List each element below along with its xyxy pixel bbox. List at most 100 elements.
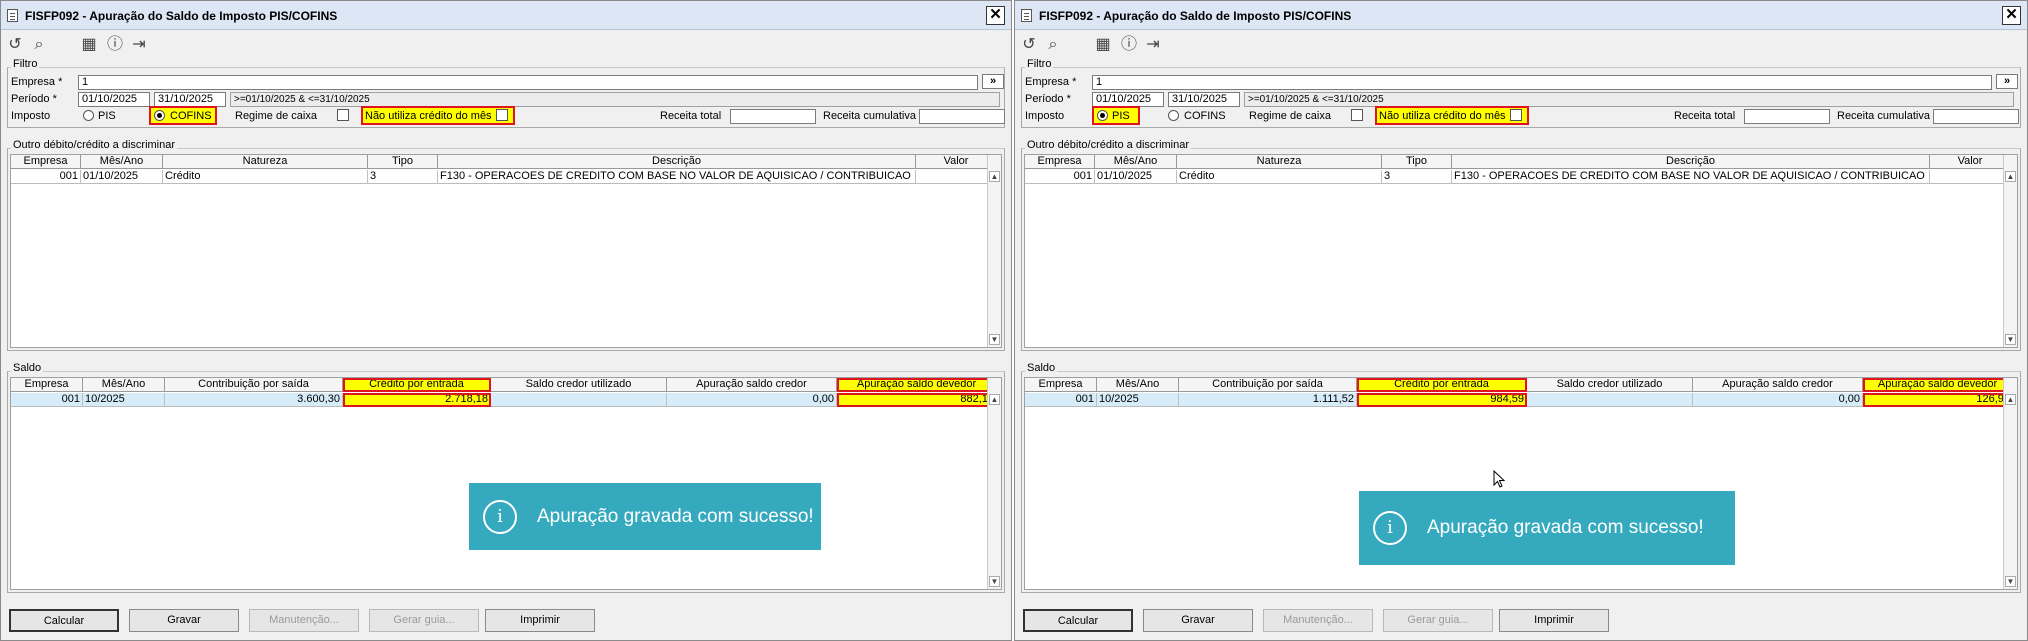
calendar-icon[interactable]: ▦ [79, 35, 99, 55]
col-empresa[interactable]: Empresa [11, 378, 83, 392]
periodo-ate-input[interactable]: 31/10/2025 [154, 92, 226, 107]
calendar-icon[interactable]: ▦ [1093, 35, 1113, 55]
scroll-down-icon[interactable]: ▼ [989, 334, 1000, 345]
help-icon[interactable]: ⓘ [1119, 35, 1139, 55]
vertical-scrollbar[interactable]: ▲ ▼ [987, 378, 1001, 589]
receita-cumulativa-input[interactable] [1933, 109, 2019, 124]
col-contribuicao-saida[interactable]: Contribuição por saída [1179, 378, 1357, 392]
calcular-button[interactable]: Calcular [1023, 609, 1133, 632]
expand-button[interactable]: » [1996, 74, 2018, 89]
col-apuracao-saldo-credor[interactable]: Apuração saldo credor [667, 378, 837, 392]
col-contribuicao-saida[interactable]: Contribuição por saída [165, 378, 343, 392]
search-icon[interactable]: ⌕ [1043, 35, 1063, 55]
vertical-scrollbar[interactable]: ▲ ▼ [2003, 155, 2017, 347]
scroll-up-icon[interactable]: ▲ [2005, 171, 2016, 182]
exit-icon[interactable]: ⇥ [129, 35, 149, 55]
table-row[interactable]: 001 01/10/2025 Crédito 3 F130 - OPERACOE… [11, 170, 997, 184]
cofins-radio[interactable] [154, 110, 165, 121]
periodo-ate-input[interactable]: 31/10/2025 [1168, 92, 1240, 107]
col-tipo[interactable]: Tipo [1382, 155, 1452, 169]
receita-cumulativa-input[interactable] [919, 109, 1005, 124]
gerar-guia-button[interactable]: Gerar guia... [1383, 609, 1493, 632]
col-empresa[interactable]: Empresa [1025, 378, 1097, 392]
periodo-de-input[interactable]: 01/10/2025 [78, 92, 150, 107]
receita-total-input[interactable] [730, 109, 816, 124]
calcular-button[interactable]: Calcular [9, 609, 119, 632]
col-apuracao-saldo-devedor[interactable]: Apuração saldo devedor [837, 378, 997, 392]
regime-checkbox[interactable] [1351, 109, 1363, 121]
manutencao-button[interactable]: Manutenção... [249, 609, 359, 632]
col-tipo[interactable]: Tipo [368, 155, 438, 169]
toast-message: Apuração gravada com sucesso! [1427, 517, 1704, 538]
cell-mes-ano: 10/2025 [1097, 393, 1179, 407]
col-mes-ano[interactable]: Mês/Ano [1097, 378, 1179, 392]
gravar-button[interactable]: Gravar [129, 609, 239, 632]
col-mes-ano[interactable]: Mês/Ano [83, 378, 165, 392]
close-button[interactable]: ✕ [2002, 6, 2021, 25]
col-descricao[interactable]: Descrição [1452, 155, 1930, 169]
scroll-down-icon[interactable]: ▼ [2005, 576, 2016, 587]
col-empresa[interactable]: Empresa [11, 155, 81, 169]
col-mes-ano[interactable]: Mês/Ano [1095, 155, 1177, 169]
empresa-input[interactable]: 1 [1092, 75, 1992, 90]
filtro-group: Filtro Empresa * 1 » Período * 01/10/202… [7, 58, 1005, 128]
col-credito-entrada[interactable]: Crédito por entrada [343, 378, 491, 392]
nao-utiliza-label: Não utiliza crédito do mês [365, 110, 492, 122]
gravar-button[interactable]: Gravar [1143, 609, 1253, 632]
col-valor[interactable]: Valor [916, 155, 997, 169]
col-saldo-credor-utilizado[interactable]: Saldo credor utilizado [1527, 378, 1693, 392]
pis-label: PIS [1112, 110, 1130, 122]
col-descricao[interactable]: Descrição [438, 155, 916, 169]
imprimir-button[interactable]: Imprimir [1499, 609, 1609, 632]
saldo-group: Saldo Empresa Mês/Ano Contribuição por s… [7, 362, 1005, 593]
periodo-de-input[interactable]: 01/10/2025 [1092, 92, 1164, 107]
receita-total-input[interactable] [1744, 109, 1830, 124]
scroll-down-icon[interactable]: ▼ [2005, 334, 2016, 345]
scroll-up-icon[interactable]: ▲ [2005, 394, 2016, 405]
help-icon[interactable]: ⓘ [105, 35, 125, 55]
col-empresa[interactable]: Empresa [1025, 155, 1095, 169]
col-valor[interactable]: Valor [1930, 155, 2011, 169]
vertical-scrollbar[interactable]: ▲ ▼ [987, 155, 1001, 347]
scroll-down-icon[interactable]: ▼ [989, 576, 1000, 587]
col-credito-entrada[interactable]: Crédito por entrada [1357, 378, 1527, 392]
vertical-scrollbar[interactable]: ▲ ▼ [2003, 378, 2017, 589]
empresa-input[interactable]: 1 [78, 75, 978, 90]
scroll-up-icon[interactable]: ▲ [989, 171, 1000, 182]
cofins-radio[interactable] [1168, 110, 1179, 121]
scroll-up-icon[interactable]: ▲ [989, 394, 1000, 405]
cell-empresa: 001 [11, 170, 81, 184]
imprimir-button[interactable]: Imprimir [485, 609, 595, 632]
table-row[interactable]: 001 10/2025 1.111,52 984,59 0,00 126,93 [1025, 393, 2013, 407]
table-row[interactable]: 001 10/2025 3.600,30 2.718,18 0,00 882,1… [11, 393, 997, 407]
outro-group: Outro débito/crédito a discriminar Empre… [7, 139, 1005, 351]
search-icon[interactable]: ⌕ [29, 35, 49, 55]
col-natureza[interactable]: Natureza [1177, 155, 1382, 169]
expand-button[interactable]: » [982, 74, 1004, 89]
periodo-expression: >=01/10/2025 & <=31/10/2025 [230, 92, 1000, 107]
cell-natureza: Crédito [1177, 170, 1382, 184]
col-apuracao-saldo-devedor[interactable]: Apuração saldo devedor [1863, 378, 2013, 392]
success-toast: i Apuração gravada com sucesso! [469, 483, 821, 550]
exit-icon[interactable]: ⇥ [1143, 35, 1163, 55]
undo-icon[interactable]: ↺ [1019, 35, 1039, 55]
manutencao-button[interactable]: Manutenção... [1263, 609, 1373, 632]
col-apuracao-saldo-credor[interactable]: Apuração saldo credor [1693, 378, 1863, 392]
receita-total-label: Receita total [660, 110, 722, 122]
pis-radio[interactable] [1097, 110, 1108, 121]
col-mes-ano[interactable]: Mês/Ano [81, 155, 163, 169]
nao-utiliza-checkbox[interactable] [1510, 109, 1522, 121]
filtro-title: Filtro [11, 58, 40, 70]
pis-radio[interactable] [83, 110, 94, 121]
cell-apuracao-saldo-devedor: 882,12 [837, 393, 997, 407]
col-natureza[interactable]: Natureza [163, 155, 368, 169]
nao-utiliza-label: Não utiliza crédito do mês [1379, 110, 1506, 122]
undo-icon[interactable]: ↺ [5, 35, 25, 55]
gerar-guia-button[interactable]: Gerar guia... [369, 609, 479, 632]
regime-checkbox[interactable] [337, 109, 349, 121]
nao-utiliza-checkbox[interactable] [496, 109, 508, 121]
close-button[interactable]: ✕ [986, 6, 1005, 25]
receita-cumulativa-label: Receita cumulativa [1837, 110, 1930, 122]
col-saldo-credor-utilizado[interactable]: Saldo credor utilizado [491, 378, 667, 392]
table-row[interactable]: 001 01/10/2025 Crédito 3 F130 - OPERACOE… [1025, 170, 2011, 184]
